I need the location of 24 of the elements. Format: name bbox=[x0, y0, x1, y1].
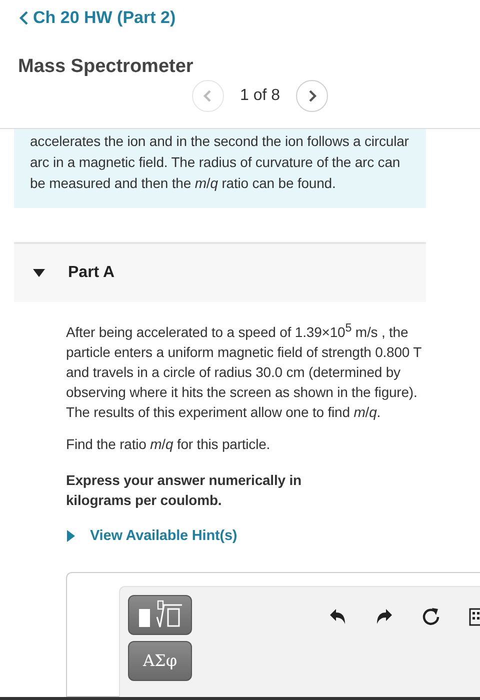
symbols-button[interactable]: ΑΣφ bbox=[128, 640, 192, 681]
template-button[interactable] bbox=[128, 594, 192, 635]
hint-link[interactable]: View Available Hint(s) bbox=[66, 526, 238, 546]
page-counter: 1 of 8 bbox=[240, 87, 280, 105]
caret-icon bbox=[66, 528, 76, 543]
part-header[interactable]: Part A bbox=[14, 242, 426, 302]
redo-icon bbox=[375, 608, 393, 626]
reset-button[interactable] bbox=[421, 606, 441, 627]
problem-text: After being accelerated to a speed of 1.39×10$^{5}$ m/s , the particle enters a uniform magnetic field of strength 0.800 T and travels in a circle of radius 30.0 cm (determined by observing where it hits the screen as shown in the figure). The results of this experiment allow one to find m/q. bbox=[66, 320, 422, 422]
redo-button[interactable] bbox=[375, 608, 393, 626]
keyboard-button[interactable] bbox=[469, 608, 480, 626]
chevron-left-icon bbox=[18, 11, 30, 25]
intro-text: accelerates the ion and in the second the ion follows a circular arc in a magnetic field. The radius of curvature of the arc can be measured and then the m/q ratio can be found. bbox=[30, 132, 410, 193]
chevron-right-icon bbox=[306, 89, 318, 103]
keypad-icon bbox=[469, 608, 480, 626]
reset-icon bbox=[421, 606, 441, 627]
undo-button[interactable] bbox=[329, 608, 347, 626]
page-title: Mass Spectrometer bbox=[18, 56, 194, 78]
next-button[interactable] bbox=[296, 80, 328, 112]
instruction-text: Express your answer numerically in kilograms per coulomb. bbox=[66, 470, 302, 510]
undo-icon bbox=[329, 608, 347, 626]
chevron-left-icon bbox=[202, 89, 214, 103]
question-text: Find the ratio m/q for this particle. bbox=[66, 434, 272, 454]
back-link[interactable]: Ch 20 HW (Part 2) bbox=[18, 8, 176, 28]
